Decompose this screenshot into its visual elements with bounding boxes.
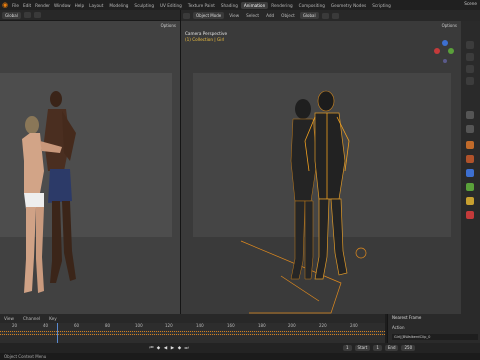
menu-file[interactable]: File (10, 3, 21, 8)
tab-compositing[interactable]: Compositing (296, 2, 328, 9)
modifier-icon[interactable] (466, 169, 474, 177)
tick-label: 220 (319, 323, 327, 328)
pan-icon[interactable] (466, 53, 474, 61)
tab-sculpting[interactable]: Sculpting (131, 2, 157, 9)
tick-label: 180 (258, 323, 266, 328)
navigation-gizmo[interactable] (434, 40, 454, 63)
data-icon[interactable] (466, 197, 474, 205)
tab-layout[interactable]: Layout (86, 2, 106, 9)
menu-channel[interactable]: Channel (21, 316, 42, 321)
viewport-side-toolbar (461, 21, 480, 314)
tab-geometry-nodes[interactable]: Geometry Nodes (328, 2, 369, 9)
menu-view[interactable]: View (227, 13, 241, 18)
perspective-toggle-icon[interactable] (466, 77, 474, 85)
tab-animation[interactable]: Animation (240, 1, 269, 9)
start-label: Start (354, 345, 371, 351)
figure-man (44, 91, 76, 283)
jump-end-icon[interactable]: ⏭ (184, 346, 189, 351)
playback-bar: ⏮ ◆ ◀ ▶ ◆ ⏭ 1 Start 1 End 250 (0, 343, 480, 353)
tool-icon[interactable] (466, 111, 474, 119)
tick-label: 200 (288, 323, 296, 328)
menu-help[interactable]: Help (73, 3, 87, 8)
snap-icon[interactable] (321, 12, 329, 19)
snap-dropdown[interactable]: Nearest Frame (392, 315, 421, 320)
left-viewport-header: Global (0, 10, 180, 21)
tick-label: 80 (105, 323, 111, 328)
tick-label: 40 (43, 323, 49, 328)
play-icon[interactable]: ▶ (170, 346, 175, 351)
proportional-edit-icon[interactable] (331, 12, 339, 19)
tick-label: 100 (135, 323, 143, 328)
tick-label: 20 (12, 323, 18, 328)
scene-selector[interactable]: Scene (464, 1, 477, 6)
rendered-figures (22, 91, 76, 293)
camera-view-icon[interactable] (466, 65, 474, 73)
tab-modeling[interactable]: Modeling (106, 2, 131, 9)
menu-select[interactable]: Select (244, 13, 261, 18)
menu-render[interactable]: Render (33, 3, 52, 8)
tab-scripting[interactable]: Scripting (369, 2, 394, 9)
tab-shading[interactable]: Shading (218, 2, 241, 9)
end-frame-field[interactable]: 250 (401, 345, 416, 351)
menu-edit[interactable]: Edit (21, 3, 33, 8)
menu-add[interactable]: Add (264, 13, 276, 18)
dopesheet-timeline[interactable]: 20 40 60 80 100 120 140 160 180 200 220 … (0, 323, 385, 343)
orientation-dropdown[interactable]: Global (299, 12, 319, 19)
tick-label: 240 (350, 323, 358, 328)
status-text: Object Context Menu (4, 354, 47, 359)
figure-wireframe-left[interactable] (290, 99, 318, 280)
right-viewport-header: Object Mode View Select Add Object Globa… (181, 10, 480, 21)
menu-object[interactable]: Object (279, 13, 297, 18)
left-viewport[interactable]: Options (0, 21, 180, 314)
wireframe-figures[interactable] (181, 21, 461, 314)
transform-orientation-dropdown[interactable]: Global (2, 11, 21, 19)
3d-viewport[interactable]: Options Camera Perspective (1) Collectio… (181, 21, 461, 314)
jump-start-icon[interactable]: ⏮ (149, 346, 154, 351)
action-panel: Nearest Frame Action Girl|[BWalkerdClip_… (387, 314, 480, 343)
blender-logo-icon[interactable]: ◉ (0, 0, 10, 10)
proportional-edit-icon[interactable] (33, 12, 41, 18)
editor-type-icon[interactable] (183, 12, 190, 19)
action-label: Action (392, 325, 405, 330)
end-label: End (384, 345, 399, 351)
tick-label: 60 (74, 323, 80, 328)
next-keyframe-icon[interactable]: ◆ (177, 346, 182, 351)
menu-view[interactable]: View (2, 316, 16, 321)
start-frame-field[interactable]: 1 (373, 345, 382, 351)
play-reverse-icon[interactable]: ◀ (163, 346, 168, 351)
mode-dropdown[interactable]: Object Mode (193, 12, 225, 19)
render-icon[interactable] (466, 125, 474, 133)
tab-rendering[interactable]: Rendering (268, 2, 295, 9)
action-field[interactable]: Girl|[BWalkerdClip_0 (392, 334, 478, 340)
current-frame-field[interactable]: 1 (343, 345, 352, 351)
material-icon[interactable] (466, 211, 474, 219)
object-properties-icon[interactable] (466, 155, 474, 163)
tick-label: 120 (165, 323, 173, 328)
prev-keyframe-icon[interactable]: ◆ (156, 346, 161, 351)
constraint-icon[interactable] (466, 183, 474, 191)
tab-uv-editing[interactable]: UV Editing (157, 2, 185, 9)
top-bar: ◉ File Edit Render Window Help Layout Mo… (0, 0, 480, 10)
tick-label: 140 (196, 323, 204, 328)
menu-window[interactable]: Window (52, 3, 73, 8)
status-bar: Object Context Menu (0, 353, 480, 360)
timeline-header: View Channel Key (0, 314, 385, 323)
scene-icon[interactable] (466, 141, 474, 149)
snap-icon[interactable] (23, 12, 31, 18)
tab-texture-paint[interactable]: Texture Paint (185, 2, 218, 9)
zoom-icon[interactable] (466, 41, 474, 49)
menu-key[interactable]: Key (47, 316, 59, 321)
playhead[interactable] (57, 323, 58, 343)
tick-label: 160 (227, 323, 235, 328)
